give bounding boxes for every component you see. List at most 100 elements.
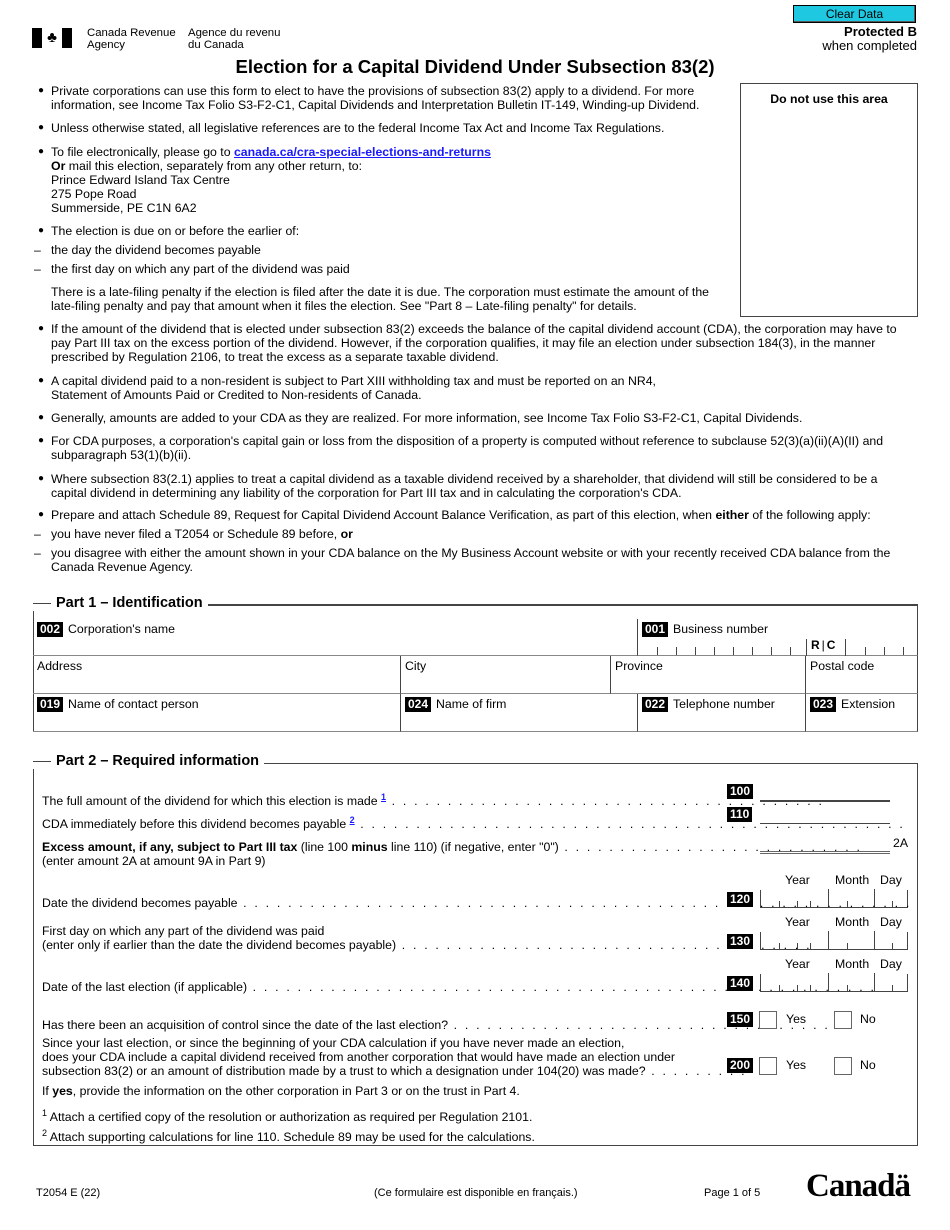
year-label: Year bbox=[785, 873, 810, 887]
line-120-label: Date the dividend becomes payable . . . … bbox=[42, 896, 912, 910]
french-availability-note: (Ce formulaire est disponible en françai… bbox=[374, 1187, 578, 1199]
line-140-label: Date of the last election (if applicable… bbox=[42, 980, 877, 994]
footnote-2: 2 Attach supporting calculations for lin… bbox=[42, 1128, 535, 1145]
footnote-1: 1 Attach a certified copy of the resolut… bbox=[42, 1108, 533, 1125]
date-tick bbox=[847, 943, 848, 949]
if-yes-instruction: If yes, provide the information on the o… bbox=[42, 1084, 520, 1098]
comb-tick bbox=[903, 647, 904, 655]
line-2a-label: Excess amount, if any, subject to Part I… bbox=[42, 840, 863, 868]
comb-tick bbox=[884, 647, 885, 655]
day-label: Day bbox=[880, 873, 902, 887]
line-150-no-label: No bbox=[860, 1012, 876, 1026]
day-label: Day bbox=[880, 957, 902, 971]
bullet-intro-2: ● Unless otherwise stated, all legislati… bbox=[38, 121, 665, 135]
late-filing-paragraph: There is a late-filing penalty if the el… bbox=[51, 285, 710, 313]
dash-item: – the day the dividend becomes payable bbox=[34, 243, 261, 257]
day-label: Day bbox=[880, 915, 902, 929]
postal-code-field[interactable]: Postal code bbox=[806, 656, 918, 694]
line-200-yes-label: Yes bbox=[786, 1058, 807, 1072]
city-field[interactable]: City bbox=[401, 656, 611, 694]
firm-name-field[interactable]: 024 Name of firm bbox=[401, 694, 638, 732]
bullet-schedule-89: ● Prepare and attach Schedule 89, Reques… bbox=[38, 508, 871, 522]
comb-divider bbox=[845, 639, 846, 656]
agency-name-en: Canada Revenue Agency bbox=[87, 27, 176, 51]
city-input[interactable] bbox=[405, 675, 606, 691]
line-150-yes-checkbox[interactable] bbox=[759, 1011, 777, 1029]
address-input[interactable] bbox=[37, 675, 396, 691]
contact-person-field[interactable]: 019 Name of contact person bbox=[33, 694, 401, 732]
line-150-no-checkbox[interactable] bbox=[834, 1011, 852, 1029]
bullet-capital-gain: ● For CDA purposes, a corporation's capi… bbox=[38, 434, 884, 462]
comb-tick bbox=[771, 647, 772, 655]
corporation-name-input[interactable] bbox=[37, 637, 633, 653]
comb-tick bbox=[752, 647, 753, 655]
line-150-yes-label: Yes bbox=[786, 1012, 807, 1026]
telephone-input[interactable] bbox=[642, 713, 801, 729]
bullet-cda-excess: ● If the amount of the dividend that is … bbox=[38, 322, 897, 364]
line-200-no-checkbox[interactable] bbox=[834, 1057, 852, 1075]
year-label: Year bbox=[785, 957, 810, 971]
month-label: Month bbox=[835, 873, 870, 887]
date-tick bbox=[892, 985, 893, 991]
do-not-use-area: Do not use this area bbox=[740, 83, 918, 317]
line-200-code: 200 bbox=[727, 1058, 754, 1073]
line-100-label: The full amount of the dividend for whic… bbox=[42, 792, 825, 809]
province-field[interactable]: Province bbox=[611, 656, 806, 694]
protected-b-label: Protected Bwhen completed bbox=[822, 24, 917, 53]
form-title: Election for a Capital Dividend Under Su… bbox=[235, 56, 715, 77]
comb-tick bbox=[695, 647, 696, 655]
business-number-field[interactable]: 001 Business number bbox=[638, 619, 918, 656]
comb-divider bbox=[806, 639, 807, 656]
contact-person-input[interactable] bbox=[37, 713, 396, 729]
dash-item: – you have never filed a T2054 or Schedul… bbox=[34, 527, 353, 541]
bullet-filing: ● To file electronically, please go to c… bbox=[38, 145, 491, 215]
amount-2a-tag: 2A bbox=[893, 836, 909, 850]
line-200-label: Since your last election, or since the b… bbox=[42, 1036, 747, 1078]
postal-code-input[interactable] bbox=[810, 675, 913, 691]
dash-item: – you disagree with either the amount sho… bbox=[34, 546, 891, 574]
telephone-field[interactable]: 022 Telephone number bbox=[638, 694, 806, 732]
bullet-non-resident: ● A capital dividend paid to a non-resid… bbox=[38, 374, 656, 402]
canada-flag-icon: ♣ bbox=[32, 28, 72, 48]
bullet-cda-realized: ● Generally, amounts are added to your C… bbox=[38, 411, 803, 425]
comb-tick bbox=[714, 647, 715, 655]
rc-label: R | C bbox=[811, 638, 836, 652]
province-input[interactable] bbox=[615, 675, 801, 691]
comb-tick bbox=[657, 647, 658, 655]
bullet-due-date: ● The election is due on or before the e… bbox=[38, 224, 300, 238]
agency-name-fr: Agence du revenu du Canada bbox=[188, 27, 281, 51]
line-100-code: 100 bbox=[727, 784, 754, 799]
canada-wordmark: Canadä bbox=[806, 1168, 911, 1204]
page-number: Page 1 of 5 bbox=[704, 1187, 761, 1199]
bullet-83-2-1: ● Where subsection 83(2.1) applies to tr… bbox=[38, 472, 878, 500]
form-id: T2054 E (22) bbox=[36, 1187, 101, 1199]
line-200-no-label: No bbox=[860, 1058, 876, 1072]
corporation-name-field[interactable]: 002 Corporation's name bbox=[33, 619, 638, 656]
date-tick bbox=[874, 931, 875, 949]
comb-tick bbox=[676, 647, 677, 655]
extension-field[interactable]: 023 Extension bbox=[806, 694, 918, 732]
part2-title: Part 2 – Required information bbox=[33, 753, 265, 769]
line-200-yes-checkbox[interactable] bbox=[759, 1057, 777, 1075]
bullet-intro-1: ● Private corporations can use this form… bbox=[38, 84, 700, 112]
clear-data-button[interactable]: Clear Data bbox=[793, 5, 916, 23]
dash-item: – the first day on which any part of the … bbox=[34, 262, 350, 276]
month-label: Month bbox=[835, 957, 870, 971]
filing-link[interactable]: canada.ca/cra-special-elections-and-retu… bbox=[234, 145, 491, 159]
comb-tick bbox=[865, 647, 866, 655]
amount-2a-input[interactable] bbox=[760, 838, 890, 854]
month-label: Month bbox=[835, 915, 870, 929]
line-130-label: First day on which any part of the divid… bbox=[42, 924, 812, 952]
date-tick bbox=[828, 931, 829, 949]
line-100-amount-input[interactable] bbox=[760, 786, 890, 802]
line-150-code: 150 bbox=[727, 1012, 754, 1027]
address-field[interactable]: Address bbox=[33, 656, 401, 694]
comb-tick bbox=[790, 647, 791, 655]
line-110-code: 110 bbox=[727, 807, 753, 822]
part1-title: Part 1 – Identification bbox=[33, 595, 208, 611]
line-110-amount-input[interactable] bbox=[760, 808, 890, 824]
date-tick bbox=[892, 943, 893, 949]
firm-name-input[interactable] bbox=[405, 713, 633, 729]
extension-input[interactable] bbox=[810, 713, 913, 729]
comb-tick bbox=[733, 647, 734, 655]
